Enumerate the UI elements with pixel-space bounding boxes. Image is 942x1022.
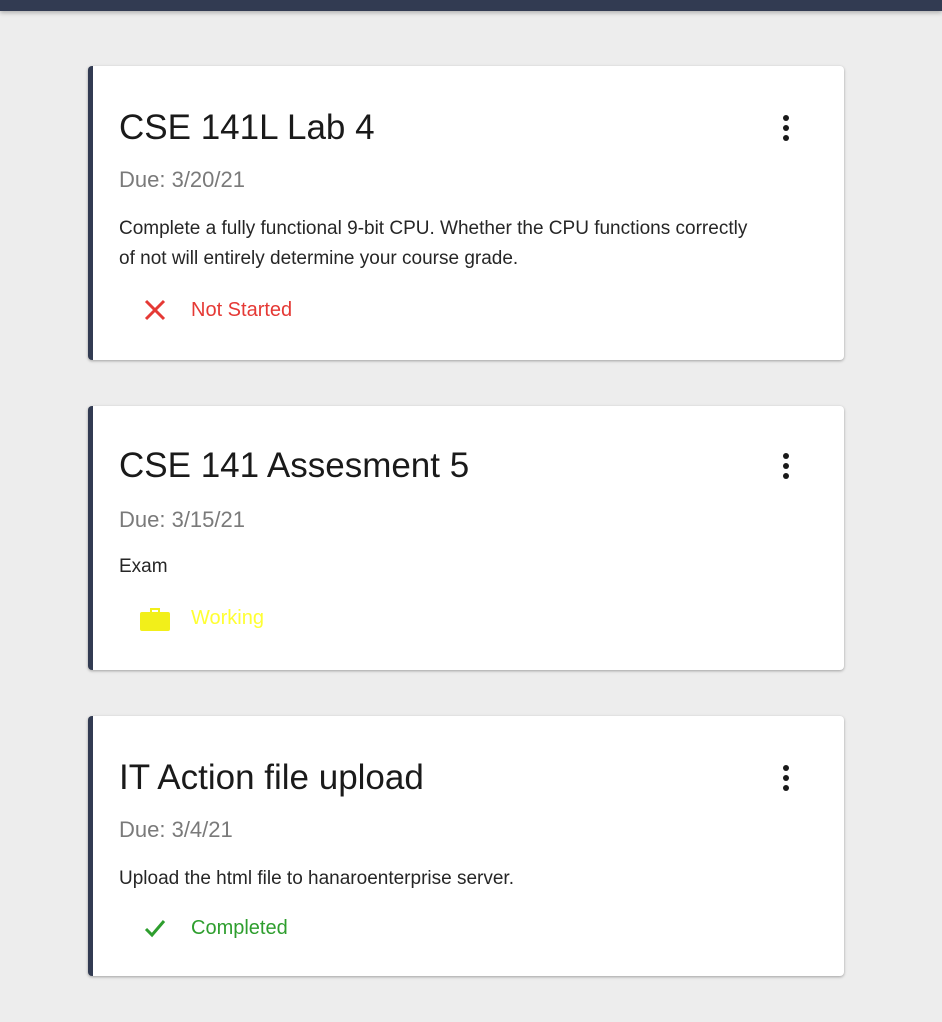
card-title: CSE 141L Lab 4	[119, 108, 375, 147]
status-label: Working	[191, 607, 264, 629]
status-label: Completed	[191, 917, 288, 939]
check-icon	[139, 912, 171, 944]
menu-dot	[783, 785, 789, 791]
briefcase-icon	[139, 602, 171, 634]
menu-dot	[783, 453, 789, 459]
status-indicator: Completed	[139, 912, 288, 944]
menu-dot	[783, 463, 789, 469]
card-title: IT Action file upload	[119, 758, 424, 797]
status-indicator: Working	[139, 602, 264, 634]
card-description: Upload the html file to hanaroenterprise…	[119, 868, 514, 889]
more-options-button[interactable]	[772, 448, 800, 484]
menu-dot	[783, 775, 789, 781]
status-indicator: Not Started	[139, 294, 292, 326]
menu-dot	[783, 135, 789, 141]
more-options-button[interactable]	[772, 110, 800, 146]
assignment-card[interactable]: IT Action file upload Due: 3/4/21 Upload…	[88, 716, 844, 976]
menu-dot	[783, 125, 789, 131]
due-date: Due: 3/4/21	[119, 817, 233, 842]
menu-dot	[783, 765, 789, 771]
card-description: Complete a fully functional 9-bit CPU. W…	[119, 218, 748, 269]
due-date: Due: 3/20/21	[119, 167, 245, 192]
menu-dot	[783, 473, 789, 479]
assignment-card[interactable]: CSE 141 Assesment 5 Due: 3/15/21 Exam Wo…	[88, 406, 844, 670]
card-description: Exam	[119, 556, 168, 577]
assignment-card[interactable]: CSE 141L Lab 4 Due: 3/20/21 Complete a f…	[88, 66, 844, 360]
menu-dot	[783, 115, 789, 121]
more-options-button[interactable]	[772, 760, 800, 796]
top-app-bar	[0, 0, 942, 11]
status-label: Not Started	[191, 299, 293, 321]
assignment-list: CSE 141L Lab 4 Due: 3/20/21 Complete a f…	[88, 66, 844, 1022]
card-title: CSE 141 Assesment 5	[119, 446, 470, 485]
due-date: Due: 3/15/21	[119, 507, 245, 532]
close-icon	[139, 294, 171, 326]
